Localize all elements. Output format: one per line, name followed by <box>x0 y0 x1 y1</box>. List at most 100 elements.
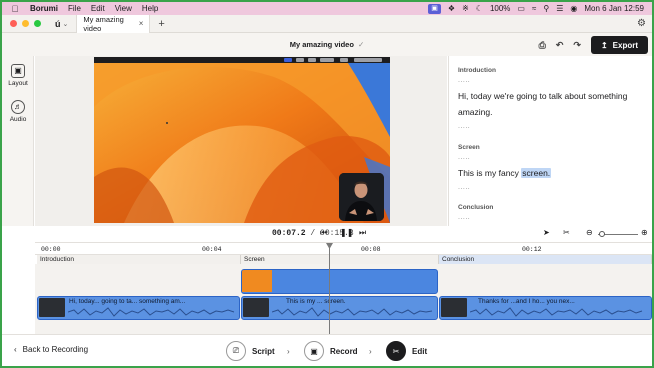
audio-clip-label: This is my ... screen. <box>286 298 346 305</box>
preview-tray-icon <box>320 58 334 62</box>
menu-help[interactable]: Help <box>142 4 158 13</box>
siri-icon[interactable]: ◉ <box>570 4 577 13</box>
menu-view[interactable]: View <box>115 4 132 13</box>
ruler-label: 00:12 <box>522 246 542 253</box>
audio-clip[interactable]: Hi, today... going to ta... something am… <box>37 296 240 320</box>
chevron-down-icon[interactable]: ⌄ <box>63 20 69 28</box>
bluetooth-icon[interactable]: ※ <box>462 4 469 13</box>
ruler-label: 00:04 <box>202 246 222 253</box>
upload-icon: ↥ <box>600 40 608 50</box>
menu-bar:  Borumi File Edit View Help ▣ ❖ ※ ☾ 100… <box>2 2 652 15</box>
audio-clip[interactable]: Thanks for ...and I ho... you nex... <box>439 296 652 320</box>
pause-marker[interactable]: ..... <box>458 184 470 191</box>
layout-button[interactable]: ▣ Layout <box>2 64 34 87</box>
layout-icon: ▣ <box>11 64 25 78</box>
pause-marker[interactable]: ..... <box>458 123 470 130</box>
step-label: Edit <box>412 346 428 356</box>
step-script[interactable]: ⎚ Script <box>226 341 275 361</box>
wifi-icon[interactable]: ≈ <box>532 4 536 13</box>
control-center-icon[interactable]: ☰ <box>556 4 563 13</box>
preview-tray-icon <box>308 58 316 62</box>
preview-tray-icon <box>340 58 348 62</box>
tab-title: My amazing video <box>83 14 124 33</box>
camera-overlay[interactable] <box>339 173 384 221</box>
audio-button[interactable]: ♬ Audio <box>2 100 34 123</box>
selected-word[interactable]: screen. <box>521 168 552 178</box>
skip-back-icon[interactable]: ⏮ <box>320 228 327 238</box>
playhead[interactable] <box>329 244 330 334</box>
menu-file[interactable]: File <box>68 4 81 13</box>
minimize-window-button[interactable] <box>22 20 29 27</box>
clip-thumbnail <box>242 270 272 292</box>
pause-icon[interactable]: ❚❚ <box>340 228 353 237</box>
back-to-recording-button[interactable]: ‹ Back to Recording <box>14 345 88 354</box>
export-button[interactable]: ↥ Export <box>590 36 648 54</box>
project-title[interactable]: My amazing video <box>290 40 354 49</box>
export-label: Export <box>612 40 638 50</box>
zoom-window-button[interactable] <box>34 20 41 27</box>
transcript-text-introduction[interactable]: Hi, today we're going to talk about some… <box>458 88 646 120</box>
clip-thumbnail <box>39 298 65 317</box>
skip-forward-icon[interactable]: ⏭ <box>359 228 366 238</box>
bottom-nav: ‹ Back to Recording ⎚ Script › ▣ Record … <box>2 334 652 366</box>
audio-clip[interactable]: This is my ... screen. <box>241 296 438 320</box>
waveform <box>470 307 643 317</box>
gear-icon[interactable]: ⚙ <box>637 18 646 29</box>
back-label: Back to Recording <box>22 345 89 354</box>
speaker-icon: ♬ <box>11 100 25 114</box>
menu-app-name[interactable]: Borumi <box>30 4 58 13</box>
new-tab-button[interactable]: + <box>158 18 164 30</box>
clip-thumbnail <box>243 298 269 317</box>
waveform <box>68 307 235 317</box>
pause-marker[interactable]: ..... <box>458 154 470 161</box>
battery-icon[interactable]: ▭ <box>517 4 525 13</box>
layout-label: Layout <box>8 80 28 87</box>
zoom-slider[interactable]: ⊖ <box>585 228 643 240</box>
timeline-section-introduction[interactable]: Introduction <box>37 255 241 264</box>
pause-marker[interactable]: ..... <box>458 214 470 221</box>
ruler-label: 00:00 <box>41 246 61 253</box>
undo-icon[interactable]: ↶ <box>556 40 564 51</box>
pointer-tool-icon[interactable]: ➤ <box>543 228 550 237</box>
timeline-section-conclusion[interactable]: Conclusion <box>439 255 652 264</box>
preview-menubar <box>94 57 390 63</box>
saved-check-icon: ✓ <box>357 40 365 49</box>
zoom-knob[interactable] <box>599 231 605 237</box>
scissors-icon: ✂ <box>386 341 406 361</box>
focus-moon-icon[interactable]: ☾ <box>476 4 483 13</box>
audio-clip-label: Thanks for ...and I ho... you nex... <box>478 298 575 305</box>
print-icon[interactable]: ⎙ <box>539 40 546 51</box>
tab-my-amazing-video[interactable]: My amazing video × <box>76 14 151 33</box>
chevron-right-icon: › <box>287 347 290 356</box>
audio-clip-label: Hi, today... going to ta... something am… <box>69 298 186 305</box>
section-heading-introduction: Introduction <box>458 67 496 74</box>
dropbox-icon[interactable]: ❖ <box>448 4 455 13</box>
scissors-icon[interactable]: ✂ <box>563 228 570 237</box>
timeline-ruler[interactable]: 00:00 00:04 00:08 00:12 <box>35 242 652 255</box>
transcript-panel: Introduction ..... Hi, today we're going… <box>448 56 652 226</box>
menu-clock[interactable]: Mon 6 Jan 12:59 <box>584 4 644 13</box>
zoom-in-icon[interactable]: ⊕ <box>641 228 648 237</box>
recording-status-icon[interactable]: ▣ <box>428 3 441 14</box>
apple-icon[interactable]:  <box>8 4 22 14</box>
battery-percent[interactable]: 100% <box>490 4 510 13</box>
app-logo-icon[interactable]: ú <box>55 19 61 29</box>
camera-icon: ▣ <box>304 341 324 361</box>
step-edit[interactable]: ✂ Edit <box>386 341 427 361</box>
left-toolbar: ▣ Layout ♬ Audio <box>2 56 34 226</box>
zoom-out-icon[interactable]: ⊖ <box>586 228 593 237</box>
search-icon[interactable]: ⚲ <box>543 4 549 13</box>
timeline-section-screen[interactable]: Screen <box>241 255 439 264</box>
close-window-button[interactable] <box>10 20 17 27</box>
transcript-text-screen[interactable]: This is my fancy screen. <box>458 165 646 181</box>
redo-icon[interactable]: ↷ <box>573 40 581 51</box>
preview-clock <box>354 58 382 62</box>
current-time: 00:07.2 <box>272 229 306 238</box>
step-label: Record <box>330 346 358 356</box>
project-header: My amazing video ✓ ⎙ ↶ ↷ ↥ Export <box>2 33 652 56</box>
close-tab-icon[interactable]: × <box>139 19 144 28</box>
step-record[interactable]: ▣ Record <box>304 341 358 361</box>
screen-video-clip[interactable] <box>241 269 438 294</box>
menu-edit[interactable]: Edit <box>91 4 105 13</box>
pause-marker[interactable]: ..... <box>458 77 470 84</box>
